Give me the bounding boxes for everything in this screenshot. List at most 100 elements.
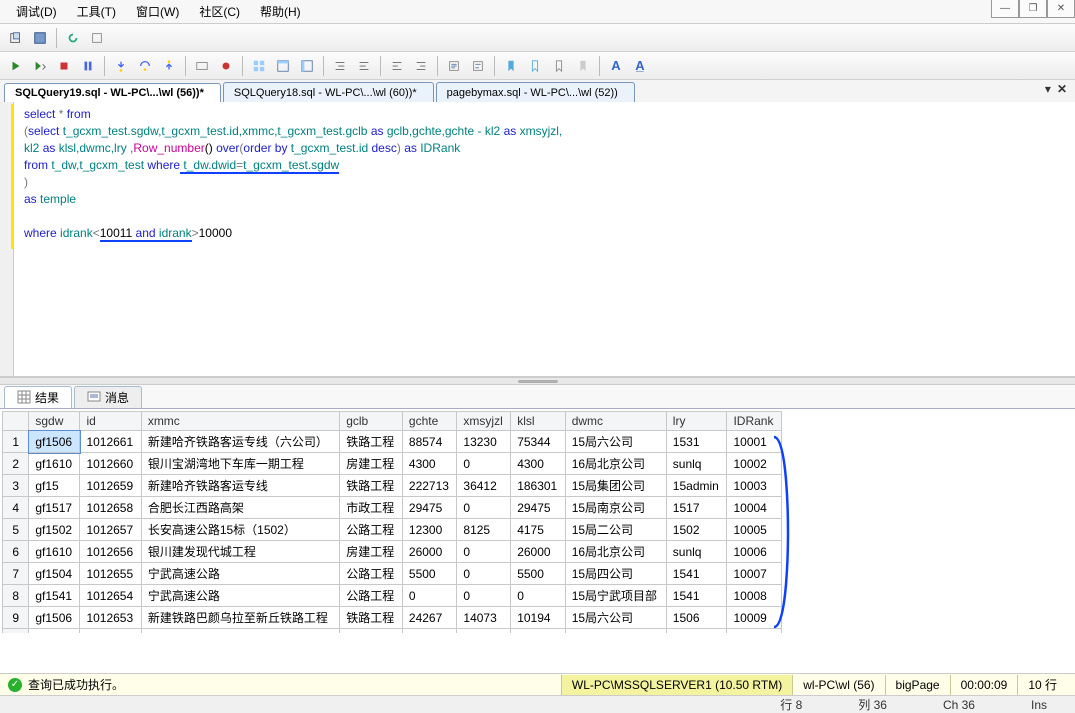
stop-button[interactable]	[54, 56, 74, 76]
cell-lry[interactable]: 15admin	[666, 475, 727, 497]
cell-xmsyjzl[interactable]: 0	[457, 585, 511, 607]
table-row[interactable]: 10gf16031012652福泉高速拓宽FA6标段公路工程4278604278…	[3, 629, 782, 634]
cell-xmmc[interactable]: 福泉高速拓宽FA6标段	[141, 629, 339, 634]
cell-dwmc[interactable]: 16局北京公司	[565, 453, 666, 475]
menu-community[interactable]: 社区(C)	[191, 1, 248, 22]
col-sgdw[interactable]: sgdw	[29, 412, 80, 431]
cell-IDRank[interactable]: 10003	[727, 475, 782, 497]
cell-xmsyjzl[interactable]: 8125	[457, 519, 511, 541]
cell-lry[interactable]: 1541	[666, 585, 727, 607]
results-tab[interactable]: 结果	[4, 386, 72, 408]
tabs-dropdown-icon[interactable]: ▾	[1045, 82, 1051, 96]
bookmark-prev-button[interactable]	[573, 56, 593, 76]
cell-xmmc[interactable]: 长安高速公路15标（1502）	[141, 519, 339, 541]
cell-sgdw[interactable]: gf1517	[29, 497, 80, 519]
cell-dwmc[interactable]: 16局三公司	[565, 629, 666, 634]
cell-id[interactable]: 1012659	[80, 475, 141, 497]
align-button[interactable]	[387, 56, 407, 76]
cell-IDRank[interactable]: 10002	[727, 453, 782, 475]
menu-debug[interactable]: 调试(D)	[8, 1, 65, 22]
toolbar-generic-button[interactable]	[87, 28, 107, 48]
cell-xmsyjzl[interactable]: 36412	[457, 475, 511, 497]
cell-lry[interactable]: 1502	[666, 519, 727, 541]
comment-button[interactable]	[444, 56, 464, 76]
cell-IDRank[interactable]: 10010	[727, 629, 782, 634]
col-gchte[interactable]: gchte	[402, 412, 457, 431]
cell-gchte[interactable]: 12300	[402, 519, 457, 541]
refresh-button[interactable]	[63, 28, 83, 48]
cell-klsl[interactable]: 10194	[511, 607, 566, 629]
cell-IDRank[interactable]: 10006	[727, 541, 782, 563]
sql-editor[interactable]: select * from (select t_gcxm_test.sgdw,t…	[0, 102, 1075, 377]
col-IDRank[interactable]: IDRank	[727, 412, 782, 431]
cell-IDRank[interactable]: 10007	[727, 563, 782, 585]
cell-gchte[interactable]: 24267	[402, 607, 457, 629]
window-max-button[interactable]: ❐	[1019, 0, 1047, 18]
table-row[interactable]: 7gf15041012655宁武高速公路公路工程55000550015局四公司1…	[3, 563, 782, 585]
cell-id[interactable]: 1012655	[80, 563, 141, 585]
text-a-button[interactable]: A	[606, 56, 626, 76]
cell-lry[interactable]: sunlq	[666, 541, 727, 563]
cell-klsl[interactable]: 75344	[511, 431, 566, 453]
breakpoints-button[interactable]	[216, 56, 236, 76]
col-lry[interactable]: lry	[666, 412, 727, 431]
cell-id[interactable]: 1012658	[80, 497, 141, 519]
cell-dwmc[interactable]: 15局六公司	[565, 431, 666, 453]
table-row[interactable]: 6gf16101012656银川建发现代城工程房建工程2600002600016…	[3, 541, 782, 563]
cell-klsl[interactable]: 186301	[511, 475, 566, 497]
table-row[interactable]: 8gf15411012654宁武高速公路公路工程00015局宁武项目部15411…	[3, 585, 782, 607]
panel-button[interactable]	[297, 56, 317, 76]
splitter[interactable]	[0, 377, 1075, 385]
cell-xmmc[interactable]: 宁武高速公路	[141, 585, 339, 607]
cell-xmsyjzl[interactable]: 0	[457, 453, 511, 475]
grid-button[interactable]	[249, 56, 269, 76]
tab-pagebymax[interactable]: pagebymax.sql - WL-PC\...\wl (52))	[436, 82, 635, 102]
step-over-button[interactable]	[135, 56, 155, 76]
cell-sgdw[interactable]: gf1504	[29, 563, 80, 585]
cell-klsl[interactable]: 0	[511, 585, 566, 607]
cell-gclb[interactable]: 公路工程	[340, 629, 403, 634]
cell-IDRank[interactable]: 10005	[727, 519, 782, 541]
cell-klsl[interactable]: 26000	[511, 541, 566, 563]
table-row[interactable]: 9gf15061012653新建铁路巴颜乌拉至新丘铁路工程铁路工程2426714…	[3, 607, 782, 629]
cell-xmmc[interactable]: 新建铁路巴颜乌拉至新丘铁路工程	[141, 607, 339, 629]
cell-IDRank[interactable]: 10001	[727, 431, 782, 453]
cell-xmsyjzl[interactable]: 0	[457, 563, 511, 585]
table-row[interactable]: 2gf16101012660银川宝湖湾地下车库一期工程房建工程430004300…	[3, 453, 782, 475]
col-id[interactable]: id	[80, 412, 141, 431]
cell-gchte[interactable]: 222713	[402, 475, 457, 497]
step-into-button[interactable]	[111, 56, 131, 76]
step-out-button[interactable]	[159, 56, 179, 76]
cell-lry[interactable]: 1517	[666, 497, 727, 519]
cell-dwmc[interactable]: 15局六公司	[565, 607, 666, 629]
cell-xmsyjzl[interactable]: 13230	[457, 431, 511, 453]
messages-tab[interactable]: 消息	[74, 386, 142, 408]
toolbar-generic-button[interactable]	[30, 28, 50, 48]
cell-xmsyjzl[interactable]: 0	[457, 541, 511, 563]
table-row[interactable]: 4gf15171012658合肥长江西路高架市政工程2947502947515局…	[3, 497, 782, 519]
cell-gchte[interactable]: 26000	[402, 541, 457, 563]
cell-xmmc[interactable]: 合肥长江西路高架	[141, 497, 339, 519]
outdent-button[interactable]	[354, 56, 374, 76]
cell-id[interactable]: 1012660	[80, 453, 141, 475]
cell-id[interactable]: 1012654	[80, 585, 141, 607]
cell-sgdw[interactable]: gf1610	[29, 453, 80, 475]
cell-dwmc[interactable]: 15局集团公司	[565, 475, 666, 497]
cell-gclb[interactable]: 房建工程	[340, 541, 403, 563]
cell-id[interactable]: 1012652	[80, 629, 141, 634]
cell-dwmc[interactable]: 15局四公司	[565, 563, 666, 585]
cell-dwmc[interactable]: 16局北京公司	[565, 541, 666, 563]
cell-gclb[interactable]: 公路工程	[340, 563, 403, 585]
bookmark-button[interactable]	[501, 56, 521, 76]
cell-gclb[interactable]: 房建工程	[340, 453, 403, 475]
uncomment-button[interactable]	[468, 56, 488, 76]
align-button[interactable]	[411, 56, 431, 76]
cell-gclb[interactable]: 铁路工程	[340, 475, 403, 497]
cell-gclb[interactable]: 公路工程	[340, 519, 403, 541]
cell-gchte[interactable]: 0	[402, 585, 457, 607]
cell-xmsyjzl[interactable]: 0	[457, 497, 511, 519]
window-icon[interactable]	[192, 56, 212, 76]
cell-dwmc[interactable]: 15局二公司	[565, 519, 666, 541]
tab-query19[interactable]: SQLQuery19.sql - WL-PC\...\wl (56))*	[4, 83, 221, 103]
cell-xmmc[interactable]: 新建哈齐铁路客运专线	[141, 475, 339, 497]
